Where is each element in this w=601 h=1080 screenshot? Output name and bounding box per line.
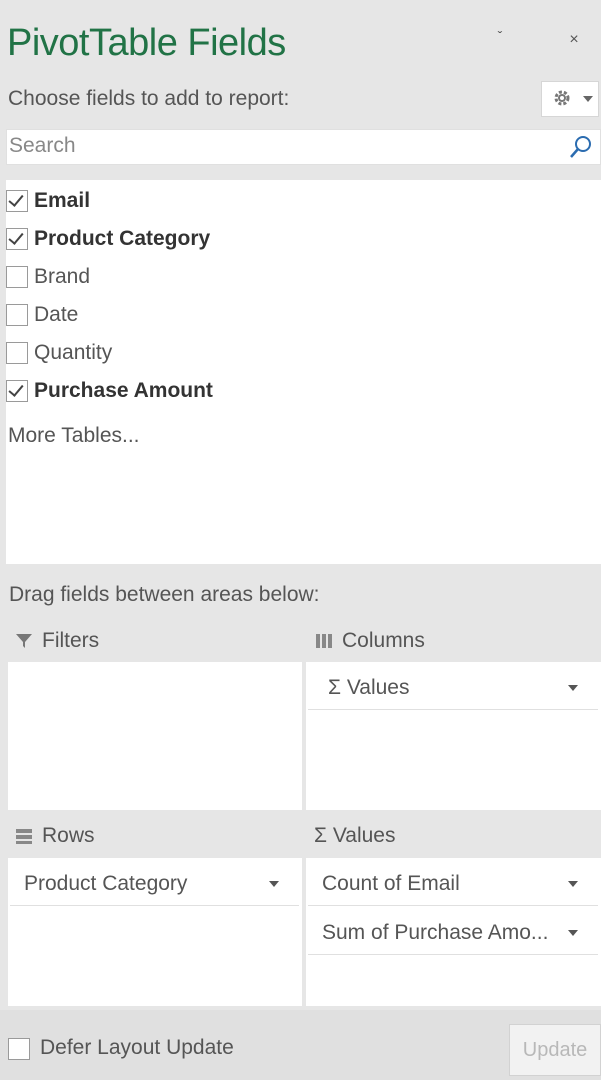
field-label: Date <box>34 303 79 326</box>
values-area-label: Σ Values <box>314 824 396 847</box>
chevron-down-icon[interactable] <box>269 881 279 887</box>
drag-fields-hint: Drag fields between areas below: <box>9 583 320 606</box>
tools-settings-button[interactable] <box>541 81 599 117</box>
field-item-date[interactable]: Date <box>6 300 78 330</box>
chevron-down-icon[interactable] <box>568 881 578 887</box>
field-checkbox[interactable] <box>6 190 28 212</box>
rows-drop-area[interactable]: Product Category <box>8 858 302 1006</box>
pin-pane-icon[interactable]: ˇ <box>492 28 508 44</box>
update-button[interactable]: Update <box>509 1024 601 1076</box>
columns-field-values[interactable]: Σ Values <box>308 666 598 710</box>
pill-label: Sum of Purchase Amo... <box>322 920 549 944</box>
field-label: Email <box>34 189 91 212</box>
close-pane-icon[interactable]: × <box>566 32 582 48</box>
field-label: Quantity <box>34 341 113 364</box>
choose-fields-label: Choose fields to add to report: <box>8 87 290 110</box>
chevron-down-icon <box>583 96 593 102</box>
field-label: Product Category <box>34 227 211 250</box>
search-icon[interactable] <box>568 134 594 160</box>
pill-label: Product Category <box>24 871 188 895</box>
values-field-count-of-email[interactable]: Count of Email <box>308 862 598 906</box>
rows-area-label: Rows <box>42 824 95 847</box>
filters-area-label: Filters <box>42 629 100 652</box>
field-label: Brand <box>34 265 91 288</box>
rows-area-header: Rows <box>14 816 299 856</box>
field-checkbox[interactable] <box>6 380 28 402</box>
pane-title: PivotTable Fields <box>7 22 286 64</box>
columns-drop-area[interactable]: Σ Values <box>306 662 601 810</box>
chevron-down-icon[interactable] <box>568 930 578 936</box>
field-item-email[interactable]: Email <box>6 186 90 216</box>
pill-label: Σ Values <box>328 675 410 699</box>
filters-area-header: Filters <box>14 621 299 661</box>
field-checkbox[interactable] <box>6 228 28 250</box>
columns-icon <box>316 634 332 648</box>
gear-icon <box>554 90 570 106</box>
values-drop-area[interactable]: Count of Email Sum of Purchase Amo... <box>306 858 601 1006</box>
field-checkbox[interactable] <box>6 304 28 326</box>
values-area-header: Σ Values <box>314 816 594 856</box>
field-item-quantity[interactable]: Quantity <box>6 338 112 368</box>
search-box[interactable] <box>6 129 601 165</box>
defer-layout-update-label[interactable]: Defer Layout Update <box>40 1036 234 1060</box>
columns-area-header: Columns <box>314 621 594 661</box>
filters-drop-area[interactable] <box>8 662 302 810</box>
field-list: Email Product Category Brand Date Quanti… <box>6 180 601 564</box>
rows-field-product-category[interactable]: Product Category <box>10 862 299 906</box>
chevron-down-icon[interactable] <box>568 685 578 691</box>
filter-icon <box>16 634 32 648</box>
pill-label: Count of Email <box>322 871 460 895</box>
field-checkbox[interactable] <box>6 342 28 364</box>
field-label: Purchase Amount <box>34 379 213 402</box>
defer-layout-update-checkbox[interactable] <box>8 1038 30 1060</box>
field-item-product-category[interactable]: Product Category <box>6 224 210 254</box>
values-field-sum-of-purchase-amount[interactable]: Sum of Purchase Amo... <box>308 911 598 955</box>
more-tables-link[interactable]: More Tables... <box>8 424 140 448</box>
field-item-brand[interactable]: Brand <box>6 262 90 292</box>
columns-area-label: Columns <box>342 629 425 652</box>
field-item-purchase-amount[interactable]: Purchase Amount <box>6 376 213 406</box>
rows-icon <box>16 829 32 844</box>
field-checkbox[interactable] <box>6 266 28 288</box>
search-input[interactable] <box>7 130 549 162</box>
